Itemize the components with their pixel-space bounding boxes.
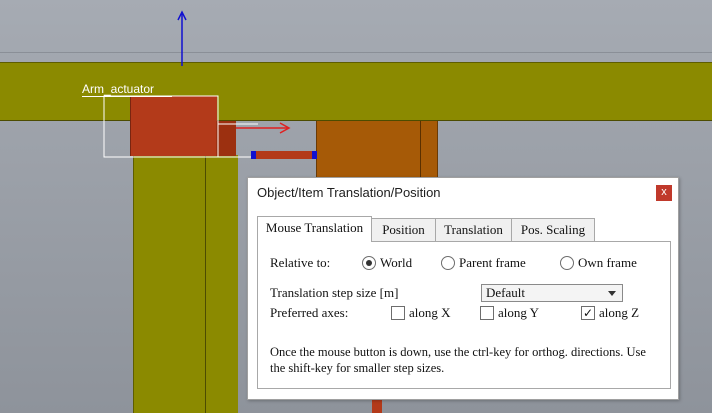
checkbox-along-z-label[interactable]: along Z xyxy=(599,305,639,321)
radio-own-frame[interactable] xyxy=(560,256,574,270)
dialog-title: Object/Item Translation/Position xyxy=(257,185,441,200)
rod-joint-right xyxy=(312,151,317,159)
preferred-axes-label: Preferred axes: xyxy=(270,305,349,320)
step-size-value: Default xyxy=(486,285,525,300)
checkbox-along-z[interactable]: ✓ xyxy=(581,306,595,320)
checkbox-along-y[interactable] xyxy=(480,306,494,320)
radio-own-frame-label[interactable]: Own frame xyxy=(578,255,637,271)
tab-position[interactable]: Position xyxy=(371,218,436,241)
pillar-edge xyxy=(205,155,206,413)
dialog-titlebar[interactable]: Object/Item Translation/Position x xyxy=(248,178,678,206)
tab-translation[interactable]: Translation xyxy=(435,218,512,241)
z-axis-arrow xyxy=(177,10,187,66)
object-label: Arm_actuator xyxy=(82,82,155,96)
step-size-dropdown[interactable]: Default xyxy=(481,284,623,302)
vertical-pillar[interactable] xyxy=(133,155,238,413)
checkbox-along-y-label[interactable]: along Y xyxy=(498,305,539,321)
horizon-line xyxy=(0,52,712,53)
radio-parent-frame[interactable] xyxy=(441,256,455,270)
step-size-label: Translation step size [m] xyxy=(270,285,399,300)
translation-dialog: Object/Item Translation/Position x Mouse… xyxy=(247,177,679,400)
radio-parent-frame-label[interactable]: Parent frame xyxy=(459,255,526,271)
tab-mouse-translation[interactable]: Mouse Translation xyxy=(257,216,372,242)
close-button[interactable]: x xyxy=(656,185,672,201)
chevron-down-icon xyxy=(608,291,616,296)
actuator-rod[interactable] xyxy=(254,151,314,159)
mouse-translation-panel: Relative to: World Parent frame Own fram… xyxy=(257,241,671,389)
checkbox-along-x[interactable] xyxy=(391,306,405,320)
checkbox-along-x-label[interactable]: along X xyxy=(409,305,451,321)
radio-world[interactable] xyxy=(362,256,376,270)
checkmark-icon: ✓ xyxy=(582,306,594,320)
tab-pos-scaling[interactable]: Pos. Scaling xyxy=(511,218,595,241)
orange-block-edge xyxy=(420,119,421,179)
relative-to-label: Relative to: xyxy=(270,255,331,270)
x-axis-arrow xyxy=(236,122,291,134)
object-label-underline xyxy=(82,96,172,97)
rod-joint-left xyxy=(251,151,256,159)
help-text: Once the mouse button is down, use the c… xyxy=(270,345,646,375)
radio-world-label[interactable]: World xyxy=(380,255,412,271)
